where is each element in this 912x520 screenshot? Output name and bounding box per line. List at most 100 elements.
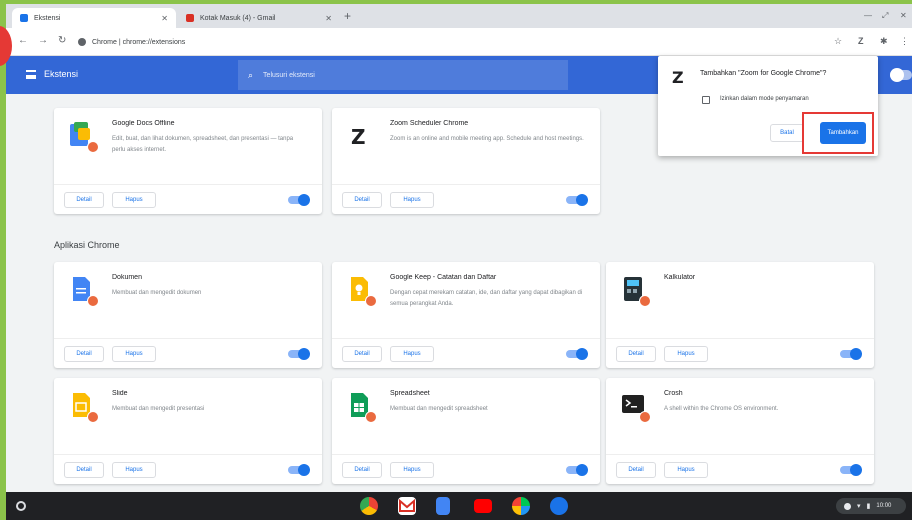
launcher-icon[interactable] [16, 501, 26, 511]
remove-button[interactable]: Hapus [664, 346, 708, 362]
remove-button[interactable]: Hapus [390, 346, 434, 362]
menu-icon[interactable] [26, 70, 36, 79]
enable-toggle[interactable] [566, 348, 588, 360]
card-footer: Detail Hapus [54, 454, 322, 484]
details-button[interactable]: Detail [616, 346, 656, 362]
card-footer: Detail Hapus [54, 338, 322, 368]
maximize-icon[interactable]: ⤢ [882, 11, 888, 21]
reload-icon[interactable]: ↻ [58, 35, 66, 46]
gmail-icon[interactable] [398, 497, 416, 515]
details-button[interactable]: Detail [342, 192, 382, 208]
details-button[interactable]: Detail [342, 462, 382, 478]
remove-button[interactable]: Hapus [112, 462, 156, 478]
app-name: Google Keep - Catatan dan Daftar [390, 274, 497, 281]
enable-toggle[interactable] [288, 348, 310, 360]
extension-name: Zoom Scheduler Chrome [390, 120, 469, 127]
search-input[interactable]: ⌕ Telusuri ekstensi [238, 60, 568, 90]
play-store-icon[interactable] [512, 497, 530, 515]
search-placeholder: Telusuri ekstensi [263, 71, 315, 79]
minimize-icon[interactable]: — [864, 11, 872, 20]
remove-button[interactable]: Hapus [390, 462, 434, 478]
card-footer: Detail Hapus [606, 454, 874, 484]
forward-icon[interactable]: → [38, 35, 48, 46]
app-description: Membuat dan mengedit spreadsheet [390, 406, 488, 412]
extension-badge-icon [87, 141, 99, 153]
status-tray[interactable]: ▾ ▮ 10:00 [836, 498, 906, 514]
calculator-icon [618, 274, 651, 307]
bookmark-star-icon[interactable]: ☆ [834, 36, 842, 47]
menu-kebab-icon[interactable]: ⋮ [900, 36, 909, 47]
app-card: Google Keep - Catatan dan Daftar Dengan … [332, 262, 600, 368]
app-description: Membuat dan mengedit presentasi [112, 406, 205, 412]
details-button[interactable]: Detail [64, 346, 104, 362]
app-card: Dokumen Membuat dan mengedit dokumen Det… [54, 262, 322, 368]
app-name: Slide [112, 390, 128, 397]
docs-icon [66, 274, 99, 307]
close-tab-icon[interactable]: ✕ [161, 14, 168, 23]
extension-card: Google Docs Offline Edit, buat, dan liha… [54, 108, 322, 214]
details-button[interactable]: Detail [342, 346, 382, 362]
chromeos-screen: Ekstensi ✕ Kotak Masuk (4) - Gmail ✕ + —… [6, 4, 912, 520]
app-badge-icon [639, 295, 651, 307]
card-footer: Detail Hapus [54, 184, 322, 214]
tab-title: Kotak Masuk (4) - Gmail [200, 14, 276, 22]
app-description: A shell within the Chrome OS environment… [664, 406, 779, 412]
app-name: Crosh [664, 390, 683, 397]
tab-gmail[interactable]: Kotak Masuk (4) - Gmail ✕ [178, 8, 340, 28]
close-window-icon[interactable]: ✕ [900, 11, 907, 20]
terminal-icon [618, 390, 651, 423]
details-button[interactable]: Detail [64, 192, 104, 208]
enable-toggle[interactable] [840, 348, 862, 360]
zoom-extension-icon[interactable]: Z [858, 36, 864, 46]
incognito-checkbox-label: Izinkan dalam mode penyamaran [720, 96, 809, 102]
chrome-icon[interactable] [360, 497, 378, 515]
card-footer: Detail Hapus [332, 454, 600, 484]
enable-toggle[interactable] [566, 194, 588, 206]
app-badge-icon [87, 411, 99, 423]
remove-button[interactable]: Hapus [112, 346, 156, 362]
section-title-apps: Aplikasi Chrome [54, 240, 120, 250]
remove-button[interactable]: Hapus [112, 192, 156, 208]
details-button[interactable]: Detail [616, 462, 656, 478]
keep-icon [344, 274, 377, 307]
back-icon[interactable]: ← [18, 35, 28, 46]
enable-toggle[interactable] [840, 464, 862, 476]
remove-button[interactable]: Hapus [664, 462, 708, 478]
extensions-puzzle-icon[interactable]: ✱ [880, 36, 888, 47]
app-name: Kalkulator [664, 274, 696, 281]
zoom-scheduler-icon: Z [344, 120, 374, 150]
app-card: Kalkulator Detail Hapus [606, 262, 874, 368]
enable-toggle[interactable] [566, 464, 588, 476]
app-card: Slide Membuat dan mengedit presentasi De… [54, 378, 322, 484]
tab-extensions[interactable]: Ekstensi ✕ [12, 8, 176, 28]
tab-title: Ekstensi [34, 14, 61, 22]
enable-toggle[interactable] [288, 464, 310, 476]
close-tab-icon[interactable]: ✕ [325, 14, 332, 23]
dialog-title: Tambahkan "Zoom for Google Chrome"? [700, 70, 827, 77]
omnibox[interactable]: Chrome | chrome://extensions [78, 33, 858, 51]
app-name: Dokumen [112, 274, 142, 281]
new-tab-button[interactable]: + [344, 10, 351, 22]
docs-icon[interactable] [436, 497, 450, 515]
extensions-favicon-icon [20, 14, 28, 22]
shelf: ▾ ▮ 10:00 [6, 492, 912, 520]
youtube-icon[interactable] [474, 499, 492, 513]
remove-button[interactable]: Hapus [390, 192, 434, 208]
app-description: Dengan cepat merekam catatan, ide, dan d… [390, 290, 583, 307]
app-badge-icon [87, 295, 99, 307]
cancel-button[interactable]: Batal [770, 124, 804, 142]
incognito-checkbox[interactable] [702, 96, 710, 104]
extension-description: Edit, buat, dan lihat dokumen, spreadshe… [112, 136, 294, 153]
docs-offline-icon [66, 120, 99, 153]
site-info-icon[interactable] [78, 38, 86, 46]
omnibox-url: Chrome | chrome://extensions [92, 38, 186, 46]
details-button[interactable]: Detail [64, 462, 104, 478]
files-icon[interactable] [550, 497, 568, 515]
extension-description: Zoom is an online and mobile meeting app… [390, 136, 584, 142]
app-card: Spreadsheet Membuat dan mengedit spreads… [332, 378, 600, 484]
developer-mode-toggle[interactable] [890, 68, 912, 82]
gmail-favicon-icon [186, 14, 194, 22]
enable-toggle[interactable] [288, 194, 310, 206]
page-title: Ekstensi [44, 69, 79, 79]
extension-name: Google Docs Offline [112, 120, 175, 127]
